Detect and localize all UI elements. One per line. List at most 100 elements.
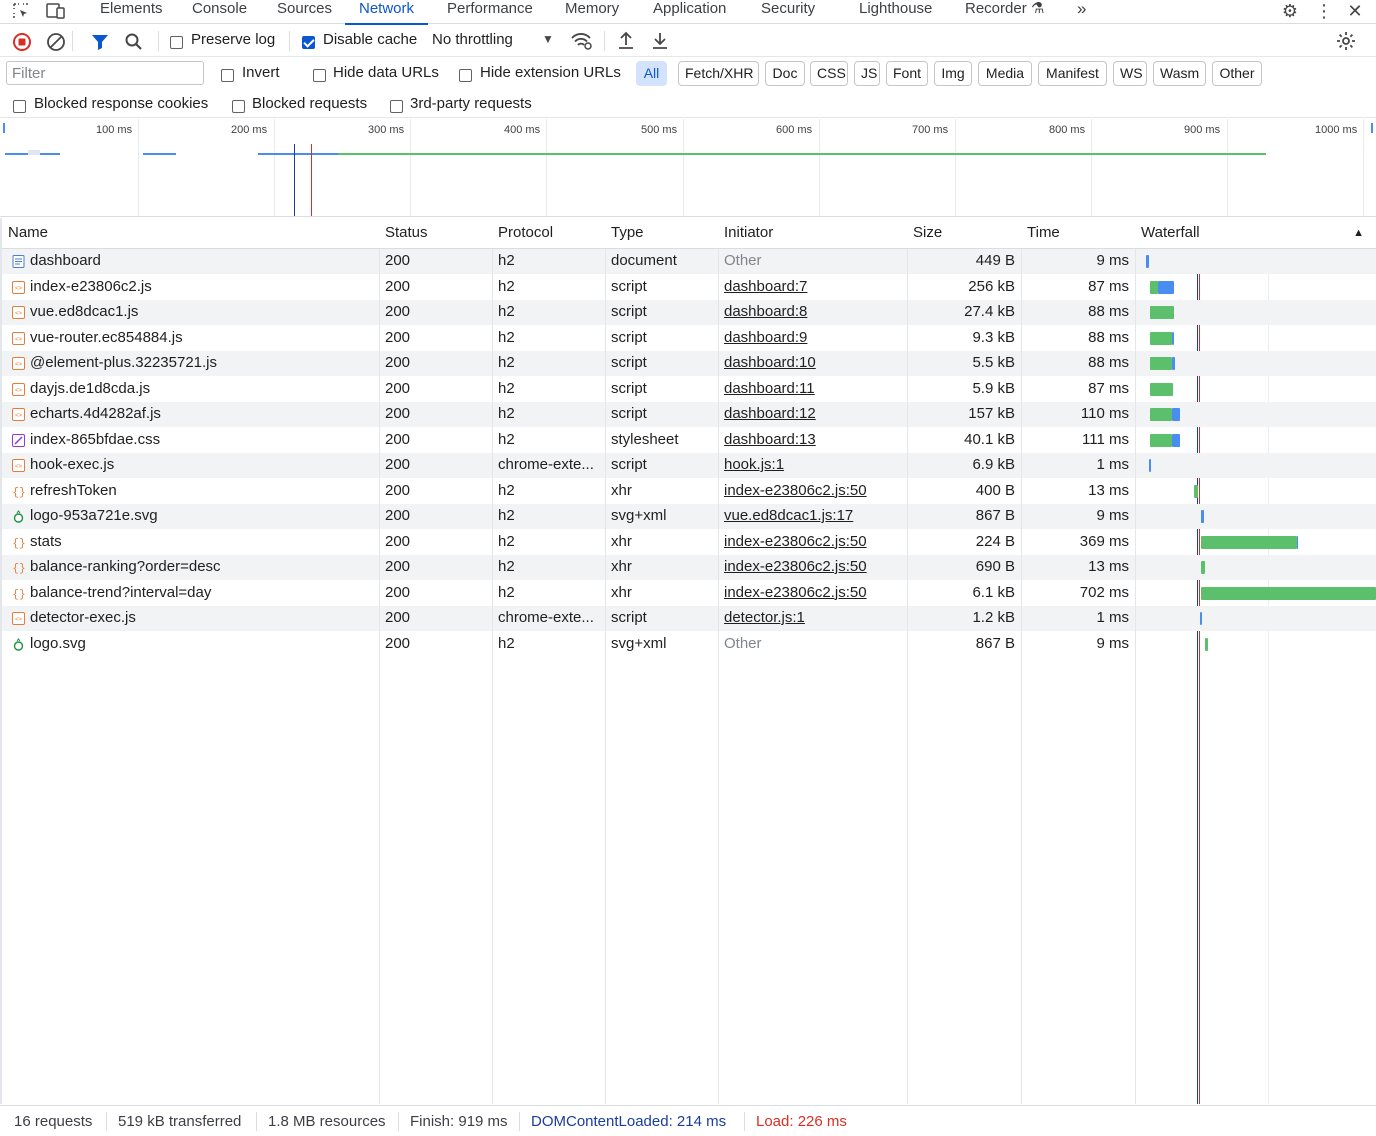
- request-name[interactable]: stats: [30, 530, 375, 555]
- request-name[interactable]: @element-plus.32235721.js: [30, 351, 375, 376]
- request-name[interactable]: balance-ranking?order=desc: [30, 555, 375, 580]
- request-name[interactable]: dayjs.de1d8cda.js: [30, 377, 375, 402]
- device-toolbar-icon[interactable]: [44, 0, 68, 22]
- tab-application[interactable]: Application: [653, 0, 726, 24]
- column-header-time[interactable]: Time: [1021, 218, 1135, 249]
- table-row[interactable]: <> vue-router.ec854884.js 200 h2 script dashb…: [2, 326, 1376, 351]
- table-row[interactable]: {} balance-ranking?order=desc 200 h2 xhr inde…: [2, 555, 1376, 580]
- tab-recorder[interactable]: Recorder ⚗: [965, 0, 1044, 24]
- request-initiator-link[interactable]: dashboard:13: [724, 428, 904, 453]
- table-row[interactable]: <> vue.ed8dcac1.js 200 h2 script dashboard:8 2…: [2, 300, 1376, 325]
- tab-security[interactable]: Security: [761, 0, 815, 24]
- column-header-status[interactable]: Status: [379, 218, 492, 249]
- request-initiator-link[interactable]: hook.js:1: [724, 453, 904, 478]
- request-name[interactable]: logo.svg: [30, 632, 375, 657]
- request-initiator-link[interactable]: dashboard:9: [724, 326, 904, 351]
- more-options-icon[interactable]: ⋮: [1315, 0, 1333, 22]
- type-filter-other[interactable]: Other: [1212, 61, 1262, 86]
- request-initiator-link[interactable]: detector.js:1: [724, 606, 904, 631]
- type-filter-js[interactable]: JS: [854, 61, 880, 86]
- request-name[interactable]: balance-trend?interval=day: [30, 581, 375, 606]
- preserve-log-checkbox[interactable]: [170, 33, 183, 50]
- settings-gear-icon[interactable]: ⚙: [1280, 0, 1300, 22]
- blocked-requests-checkbox[interactable]: [232, 97, 245, 114]
- request-name[interactable]: logo-953a721e.svg: [30, 504, 375, 529]
- table-row[interactable]: {} balance-trend?interval=day 200 h2 xhr inde…: [2, 581, 1376, 606]
- type-filter-css[interactable]: CSS: [810, 61, 848, 86]
- table-row[interactable]: <> index-e23806c2.js 200 h2 script dashboard:…: [2, 275, 1376, 300]
- table-row[interactable]: <> detector-exec.js 200 chrome-exte... scrip…: [2, 606, 1376, 631]
- tab-console[interactable]: Console: [192, 0, 247, 24]
- overview-left-handle[interactable]: [3, 123, 5, 133]
- request-name[interactable]: vue-router.ec854884.js: [30, 326, 375, 351]
- table-row[interactable]: <> @element-plus.32235721.js 200 h2 script da…: [2, 351, 1376, 376]
- invert-checkbox[interactable]: [221, 66, 234, 83]
- column-header-size[interactable]: Size: [907, 218, 1021, 249]
- tab-lighthouse[interactable]: Lighthouse: [859, 0, 932, 24]
- clear-icon[interactable]: [46, 32, 66, 56]
- type-filter-manifest[interactable]: Manifest: [1038, 61, 1107, 86]
- request-name[interactable]: detector-exec.js: [30, 606, 375, 631]
- table-row[interactable]: index-865bfdae.css 200 h2 stylesheet dashboa…: [2, 428, 1376, 453]
- type-filter-doc[interactable]: Doc: [765, 61, 805, 86]
- request-initiator-link[interactable]: index-e23806c2.js:50: [724, 530, 904, 555]
- type-filter-media[interactable]: Media: [978, 61, 1032, 86]
- third-party-checkbox[interactable]: [390, 97, 403, 114]
- request-name[interactable]: refreshToken: [30, 479, 375, 504]
- request-initiator-link[interactable]: index-e23806c2.js:50: [724, 479, 904, 504]
- type-filter-img[interactable]: Img: [934, 61, 972, 86]
- filter-input[interactable]: [6, 61, 204, 85]
- disable-cache-checkbox[interactable]: [302, 33, 315, 50]
- request-initiator-link[interactable]: dashboard:11: [724, 377, 904, 402]
- request-name[interactable]: dashboard: [30, 249, 375, 274]
- tab-performance[interactable]: Performance: [447, 0, 533, 24]
- table-row[interactable]: logo-953a721e.svg 200 h2 svg+xml vue.ed8dcac…: [2, 504, 1376, 529]
- request-initiator-link[interactable]: dashboard:10: [724, 351, 904, 376]
- table-row[interactable]: <> dayjs.de1d8cda.js 200 h2 script dashboard:…: [2, 377, 1376, 402]
- search-icon[interactable]: [124, 32, 144, 56]
- request-initiator-link[interactable]: vue.ed8dcac1.js:17: [724, 504, 904, 529]
- table-row[interactable]: {} stats 200 h2 xhr index-e23806c2.js:50 224 B…: [2, 530, 1376, 555]
- overview-right-handle[interactable]: [1371, 123, 1373, 133]
- table-row[interactable]: dashboard 200 h2 document Other 449 B 9 ms: [2, 249, 1376, 274]
- hide-data-urls-checkbox[interactable]: [313, 66, 326, 83]
- network-settings-gear-icon[interactable]: [1335, 30, 1357, 56]
- column-header-initiator[interactable]: Initiator: [718, 218, 907, 249]
- tab-sources[interactable]: Sources: [277, 0, 332, 24]
- table-row[interactable]: {} refreshToken 200 h2 xhr index-e23806c2.js:…: [2, 479, 1376, 504]
- type-filter-ws[interactable]: WS: [1113, 61, 1147, 86]
- filter-funnel-icon[interactable]: [91, 33, 109, 55]
- request-name[interactable]: hook-exec.js: [30, 453, 375, 478]
- network-conditions-icon[interactable]: [570, 31, 594, 55]
- hide-extension-urls-checkbox[interactable]: [459, 66, 472, 83]
- export-har-icon[interactable]: [650, 31, 670, 55]
- inspect-element-icon[interactable]: [10, 0, 32, 22]
- type-filter-wasm[interactable]: Wasm: [1153, 61, 1206, 86]
- request-initiator-link[interactable]: dashboard:12: [724, 402, 904, 427]
- column-header-name[interactable]: Name: [2, 218, 379, 249]
- request-name[interactable]: index-865bfdae.css: [30, 428, 375, 453]
- tab-network[interactable]: Network: [344, 0, 429, 25]
- column-header-waterfall[interactable]: Waterfall ▲: [1135, 218, 1376, 249]
- column-header-protocol[interactable]: Protocol: [492, 218, 605, 249]
- import-har-icon[interactable]: [616, 31, 636, 55]
- request-name[interactable]: vue.ed8dcac1.js: [30, 300, 375, 325]
- table-row[interactable]: logo.svg 200 h2 svg+xml Other 867 B 9 ms: [2, 632, 1376, 657]
- tab-memory[interactable]: Memory: [565, 0, 619, 24]
- stop-recording-icon[interactable]: [12, 32, 32, 56]
- table-row[interactable]: <> hook-exec.js 200 chrome-exte... script hoo…: [2, 453, 1376, 478]
- tab-elements[interactable]: Elements: [100, 0, 163, 24]
- request-name[interactable]: index-e23806c2.js: [30, 275, 375, 300]
- type-filter-font[interactable]: Font: [886, 61, 928, 86]
- type-filter-fetch-xhr[interactable]: Fetch/XHR: [678, 61, 759, 86]
- column-header-type[interactable]: Type: [605, 218, 718, 249]
- overview-timeline[interactable]: 100 ms 200 ms 300 ms 400 ms 500 ms 600 m…: [0, 119, 1376, 217]
- request-name[interactable]: echarts.4d4282af.js: [30, 402, 375, 427]
- request-initiator-link[interactable]: dashboard:7: [724, 275, 904, 300]
- request-initiator-link[interactable]: index-e23806c2.js:50: [724, 581, 904, 606]
- more-tabs-icon[interactable]: »: [1077, 0, 1086, 24]
- close-devtools-icon[interactable]: ✕: [1346, 0, 1364, 22]
- type-filter-all[interactable]: All: [636, 61, 667, 86]
- blocked-cookies-checkbox[interactable]: [13, 97, 26, 114]
- throttling-select[interactable]: No throttling ▼: [432, 31, 554, 48]
